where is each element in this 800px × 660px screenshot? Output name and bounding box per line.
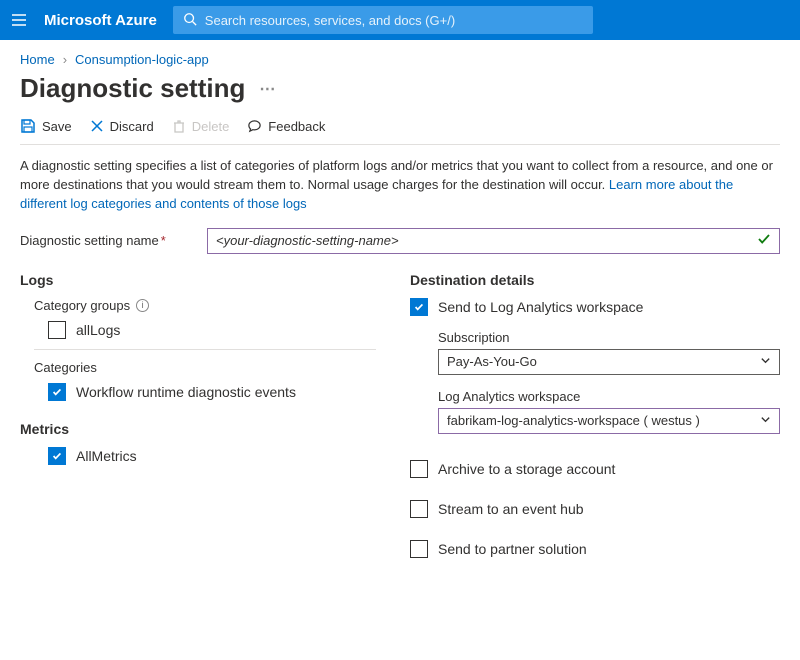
allmetrics-label: AllMetrics (76, 448, 137, 464)
alllogs-row: allLogs (48, 321, 390, 339)
subscription-value: Pay-As-You-Go (447, 354, 537, 369)
subscription-label: Subscription (438, 330, 780, 345)
setting-name-label: Diagnostic setting name* (20, 233, 195, 248)
alllogs-checkbox[interactable] (48, 321, 66, 339)
toolbar: Save Discard Delete Feedback (20, 118, 780, 145)
description-text: A diagnostic setting specifies a list of… (20, 157, 780, 214)
workflow-runtime-row: Workflow runtime diagnostic events (48, 383, 390, 401)
search-icon (183, 12, 197, 29)
setting-name-field[interactable] (207, 228, 780, 254)
save-button[interactable]: Save (20, 118, 72, 134)
brand-label: Microsoft Azure (44, 12, 157, 29)
category-groups-label: Category groups i (34, 298, 390, 313)
partner-solution-row: Send to partner solution (410, 540, 780, 558)
save-icon (20, 118, 36, 134)
partner-solution-label: Send to partner solution (438, 541, 587, 557)
delete-label: Delete (192, 119, 230, 134)
breadcrumb-resource[interactable]: Consumption-logic-app (75, 52, 209, 67)
left-column: Logs Category groups i allLogs Categorie… (20, 272, 390, 572)
partner-solution-checkbox[interactable] (410, 540, 428, 558)
setting-name-row: Diagnostic setting name* (20, 228, 780, 254)
global-search[interactable] (173, 6, 593, 34)
logs-divider (34, 349, 376, 350)
columns: Logs Category groups i allLogs Categorie… (20, 272, 780, 572)
allmetrics-row: AllMetrics (48, 447, 390, 465)
logs-heading: Logs (20, 272, 390, 288)
allmetrics-checkbox[interactable] (48, 447, 66, 465)
send-log-analytics-label: Send to Log Analytics workspace (438, 299, 643, 315)
valid-check-icon (757, 232, 771, 249)
metrics-heading: Metrics (20, 421, 390, 437)
subscription-field: Subscription Pay-As-You-Go (438, 330, 780, 375)
page-title-text: Diagnostic setting (20, 73, 245, 104)
archive-storage-row: Archive to a storage account (410, 460, 780, 478)
workflow-runtime-checkbox[interactable] (48, 383, 66, 401)
right-column: Destination details Send to Log Analytic… (410, 272, 780, 572)
global-search-input[interactable] (205, 13, 583, 28)
setting-name-input[interactable] (216, 233, 757, 248)
delete-button: Delete (172, 119, 230, 134)
delete-icon (172, 119, 186, 133)
azure-topbar: Microsoft Azure (0, 0, 800, 40)
discard-label: Discard (110, 119, 154, 134)
workspace-field: Log Analytics workspace fabrikam-log-ana… (438, 389, 780, 434)
stream-eventhub-checkbox[interactable] (410, 500, 428, 518)
breadcrumb-home[interactable]: Home (20, 52, 55, 67)
feedback-icon (247, 119, 262, 134)
chevron-down-icon (760, 413, 771, 428)
feedback-button[interactable]: Feedback (247, 119, 325, 134)
workspace-value: fabrikam-log-analytics-workspace ( westu… (447, 413, 700, 428)
save-label: Save (42, 119, 72, 134)
workspace-label: Log Analytics workspace (438, 389, 780, 404)
archive-storage-checkbox[interactable] (410, 460, 428, 478)
chevron-down-icon (760, 354, 771, 369)
chevron-right-icon: › (63, 52, 67, 67)
send-log-analytics-row: Send to Log Analytics workspace (410, 298, 780, 316)
info-icon[interactable]: i (136, 299, 149, 312)
breadcrumb: Home › Consumption-logic-app (20, 52, 780, 67)
alllogs-label: allLogs (76, 322, 120, 338)
destination-heading: Destination details (410, 272, 780, 288)
stream-eventhub-label: Stream to an event hub (438, 501, 584, 517)
required-asterisk: * (161, 233, 166, 248)
discard-button[interactable]: Discard (90, 119, 154, 134)
page-title: Diagnostic setting ⋯ (20, 73, 780, 104)
workflow-runtime-label: Workflow runtime diagnostic events (76, 384, 296, 400)
stream-eventhub-row: Stream to an event hub (410, 500, 780, 518)
workspace-select[interactable]: fabrikam-log-analytics-workspace ( westu… (438, 408, 780, 434)
archive-storage-label: Archive to a storage account (438, 461, 615, 477)
more-actions-icon[interactable]: ⋯ (259, 79, 275, 99)
feedback-label: Feedback (268, 119, 325, 134)
categories-label: Categories (34, 360, 390, 375)
subscription-select[interactable]: Pay-As-You-Go (438, 349, 780, 375)
hamburger-menu-icon[interactable] (10, 11, 28, 29)
discard-icon (90, 119, 104, 133)
send-log-analytics-checkbox[interactable] (410, 298, 428, 316)
